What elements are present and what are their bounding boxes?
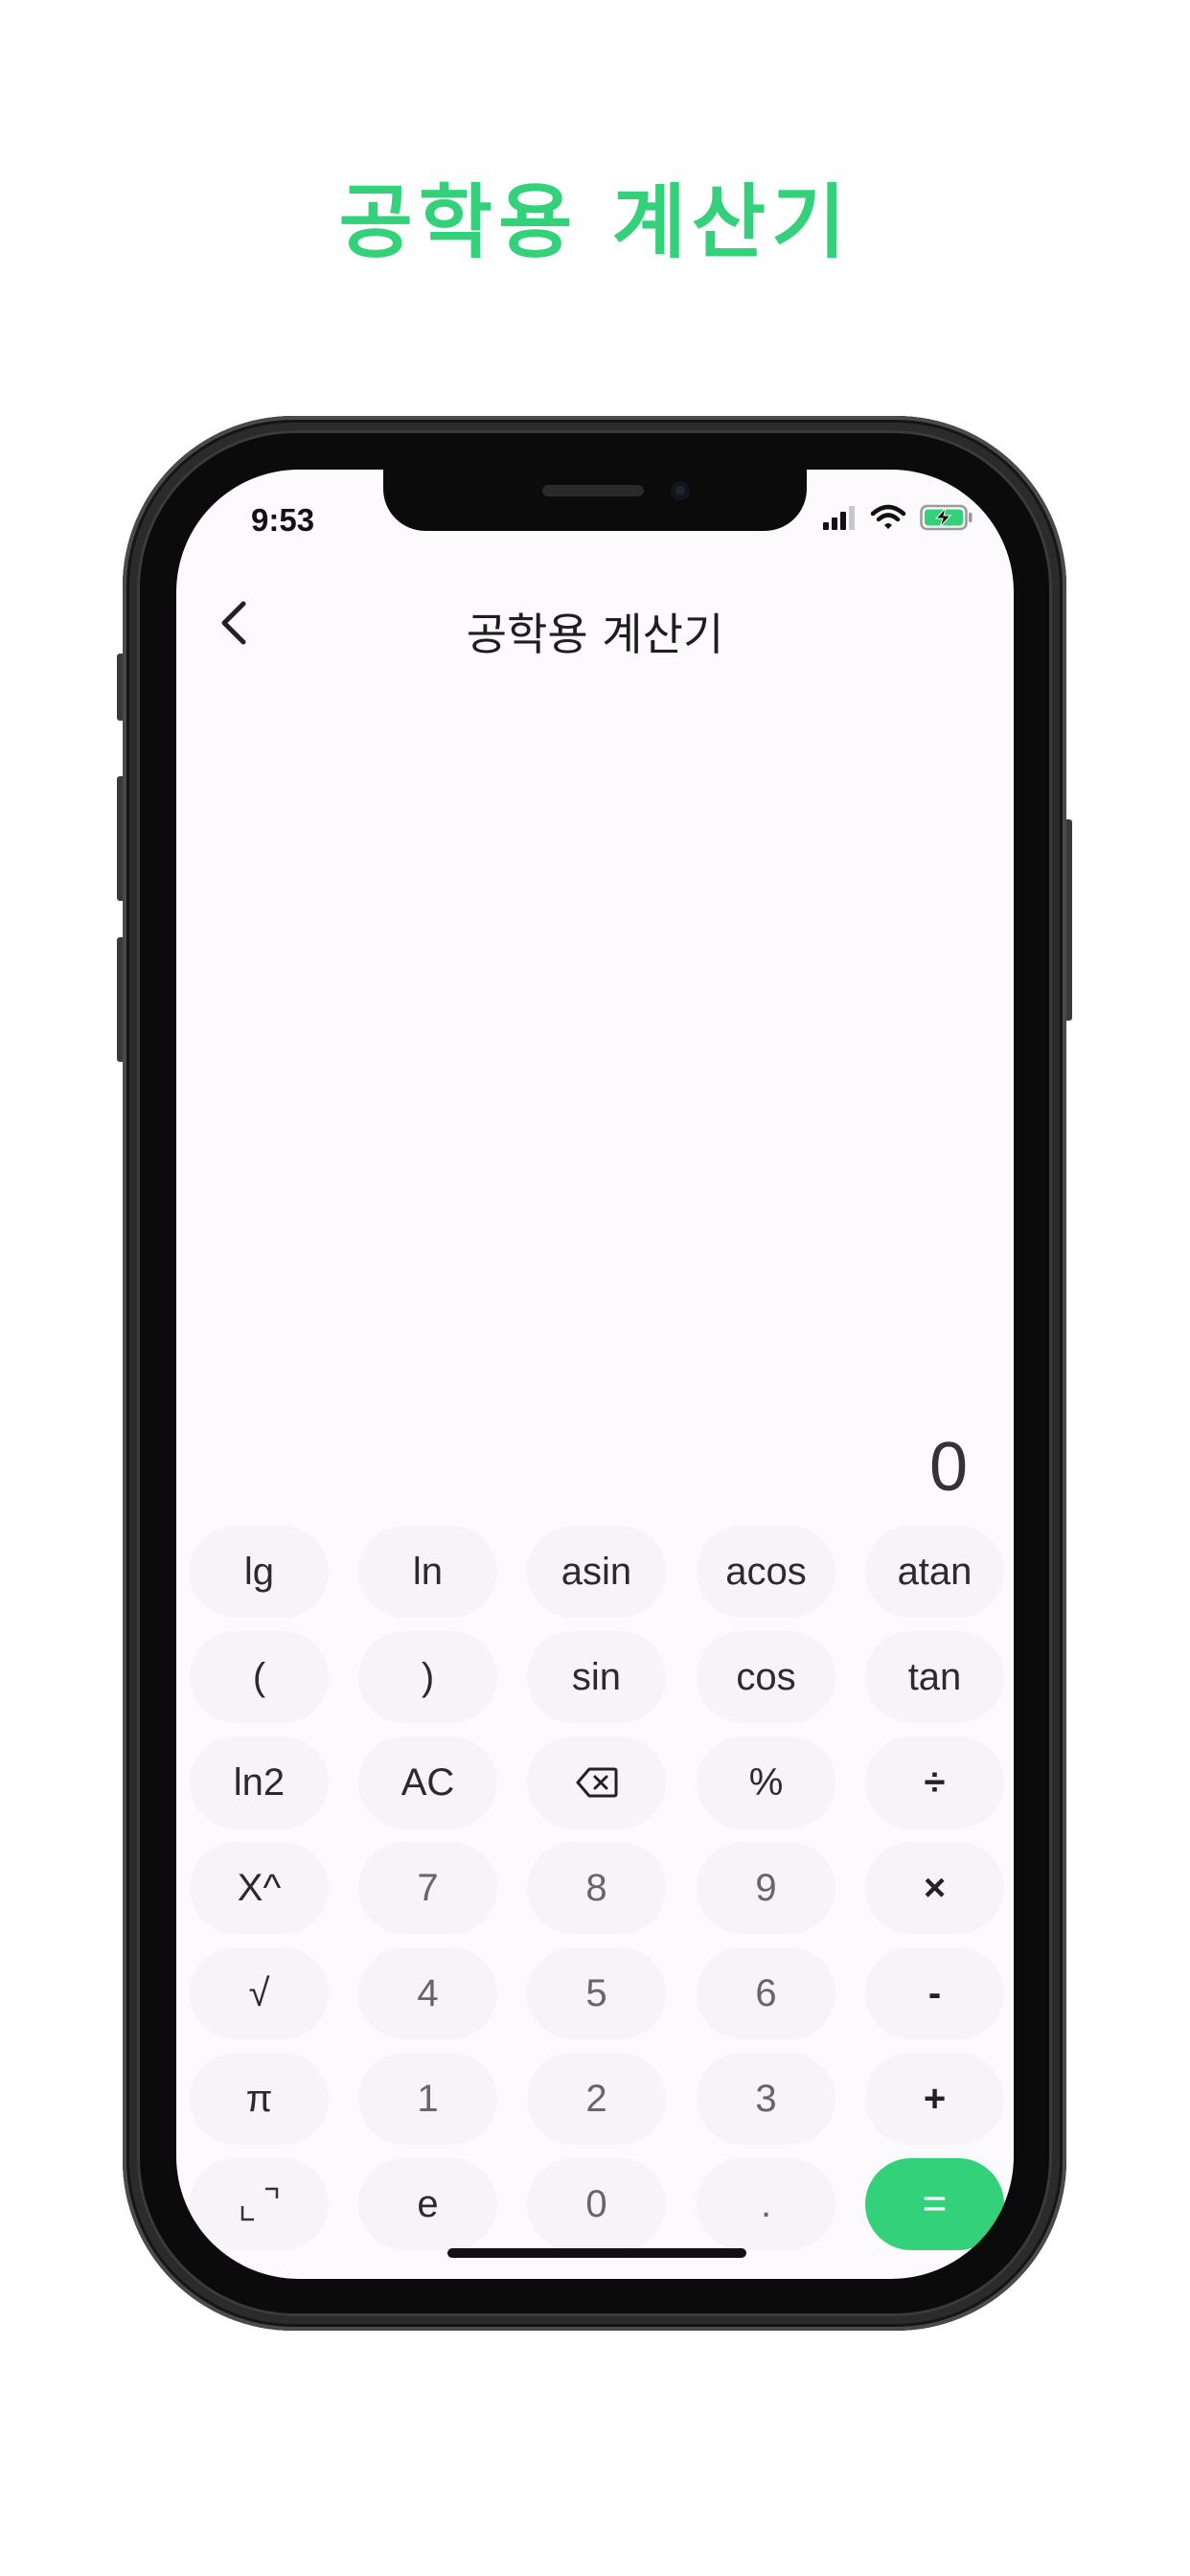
key-0-3[interactable]: acos <box>697 1526 835 1618</box>
key-label: 1 <box>417 2077 439 2120</box>
key-label: 5 <box>585 1971 607 2014</box>
key-0-2[interactable]: asin <box>527 1526 666 1618</box>
display-value: 0 <box>928 1429 968 1506</box>
key-label: 7 <box>417 1866 439 1909</box>
key-label: X^ <box>237 1866 282 1909</box>
expand-button[interactable] <box>190 2158 329 2250</box>
key-0-1[interactable]: ln <box>358 1526 497 1618</box>
key-2-0[interactable]: ln2 <box>190 1736 329 1828</box>
key-0-4[interactable]: atan <box>865 1526 1004 1618</box>
wifi-icon <box>870 504 906 529</box>
key-label: 0 <box>585 2182 607 2225</box>
key-5-2[interactable]: 2 <box>527 2053 666 2145</box>
signal-icon <box>823 506 855 530</box>
key-label: acos <box>725 1550 807 1593</box>
key-3-3[interactable]: 9 <box>697 1842 835 1934</box>
key-label: cos <box>736 1655 796 1698</box>
key-label: ln2 <box>233 1760 286 1804</box>
key-4-2[interactable]: 5 <box>527 1947 666 2039</box>
speaker-grille <box>542 485 644 496</box>
notch <box>383 470 807 531</box>
key-2-1[interactable]: AC <box>358 1736 497 1828</box>
key-label: AC <box>400 1760 455 1804</box>
key-4-0[interactable]: √ <box>190 1947 329 2039</box>
key-5-4[interactable]: + <box>865 2053 1004 2145</box>
key-4-1[interactable]: 4 <box>358 1947 497 2039</box>
key-label: ln <box>412 1550 444 1593</box>
key-4-3[interactable]: 6 <box>697 1947 835 2039</box>
page-title: 공학용 계산기 <box>466 609 724 660</box>
key-label: 9 <box>755 1866 777 1909</box>
key-label: = <box>922 2180 948 2227</box>
front-camera <box>671 481 690 500</box>
key-3-1[interactable]: 7 <box>358 1842 497 1934</box>
key-label: √ <box>248 1971 270 2014</box>
key-1-4[interactable]: tan <box>865 1631 1004 1723</box>
key-1-0[interactable]: ( <box>190 1631 329 1723</box>
key-label: 8 <box>585 1866 607 1909</box>
key-label: asin <box>561 1550 632 1593</box>
key-6-2[interactable]: 0 <box>527 2158 666 2250</box>
key-3-2[interactable]: 8 <box>527 1842 666 1934</box>
key-label: ÷ <box>924 1760 946 1804</box>
key-1-1[interactable]: ) <box>358 1631 497 1723</box>
key-label: 3 <box>755 2077 777 2120</box>
key-4-4[interactable]: - <box>865 1947 1004 2039</box>
promo-title: 공학용 계산기 <box>338 175 852 269</box>
key-label: atan <box>897 1550 973 1593</box>
key-5-3[interactable]: 3 <box>697 2053 835 2145</box>
key-6-1[interactable]: e <box>358 2158 497 2250</box>
key-label: tan <box>907 1655 962 1698</box>
key-6-3[interactable]: . <box>697 2158 835 2250</box>
key-label: π <box>245 2077 273 2120</box>
battery-charging-icon <box>920 504 973 531</box>
key-2-3[interactable]: % <box>697 1736 835 1828</box>
key-label: e <box>417 2182 439 2225</box>
key-label: ) <box>421 1655 435 1698</box>
key-label: × <box>923 1866 947 1909</box>
phone-screen: 9:53 공학용 계산기 0 lg ln asin acos atan () … <box>176 470 1014 2279</box>
key-label: - <box>927 1971 942 2014</box>
key-label: sin <box>571 1655 622 1698</box>
key-5-0[interactable]: π <box>190 2053 329 2145</box>
status-time: 9:53 <box>251 502 315 538</box>
key-3-0[interactable]: X^ <box>190 1842 329 1934</box>
key-label: . <box>760 2182 772 2225</box>
key-1-3[interactable]: cos <box>697 1631 835 1723</box>
key-3-4[interactable]: × <box>865 1842 1004 1934</box>
key-0-0[interactable]: lg <box>190 1526 329 1618</box>
backspace-icon <box>576 1767 617 1798</box>
equals-button[interactable]: = <box>865 2158 1004 2250</box>
key-label: lg <box>243 1550 275 1593</box>
key-label: % <box>748 1760 784 1804</box>
key-2-4[interactable]: ÷ <box>865 1736 1004 1828</box>
key-label: 2 <box>585 2077 607 2120</box>
key-5-1[interactable]: 1 <box>358 2053 497 2145</box>
key-label: 4 <box>417 1971 439 2014</box>
home-indicator[interactable] <box>447 2248 746 2258</box>
key-label: + <box>923 2077 947 2120</box>
expand-icon <box>240 2187 278 2221</box>
key-label: ( <box>252 1655 266 1698</box>
page: 공학용 계산기 9:53 공학용 계산기 0 lg ln asin acos a… <box>0 0 1190 2576</box>
key-1-2[interactable]: sin <box>527 1631 666 1723</box>
status-icons <box>822 504 973 531</box>
key-label: 6 <box>755 1971 777 2014</box>
backspace-button[interactable] <box>527 1736 666 1828</box>
